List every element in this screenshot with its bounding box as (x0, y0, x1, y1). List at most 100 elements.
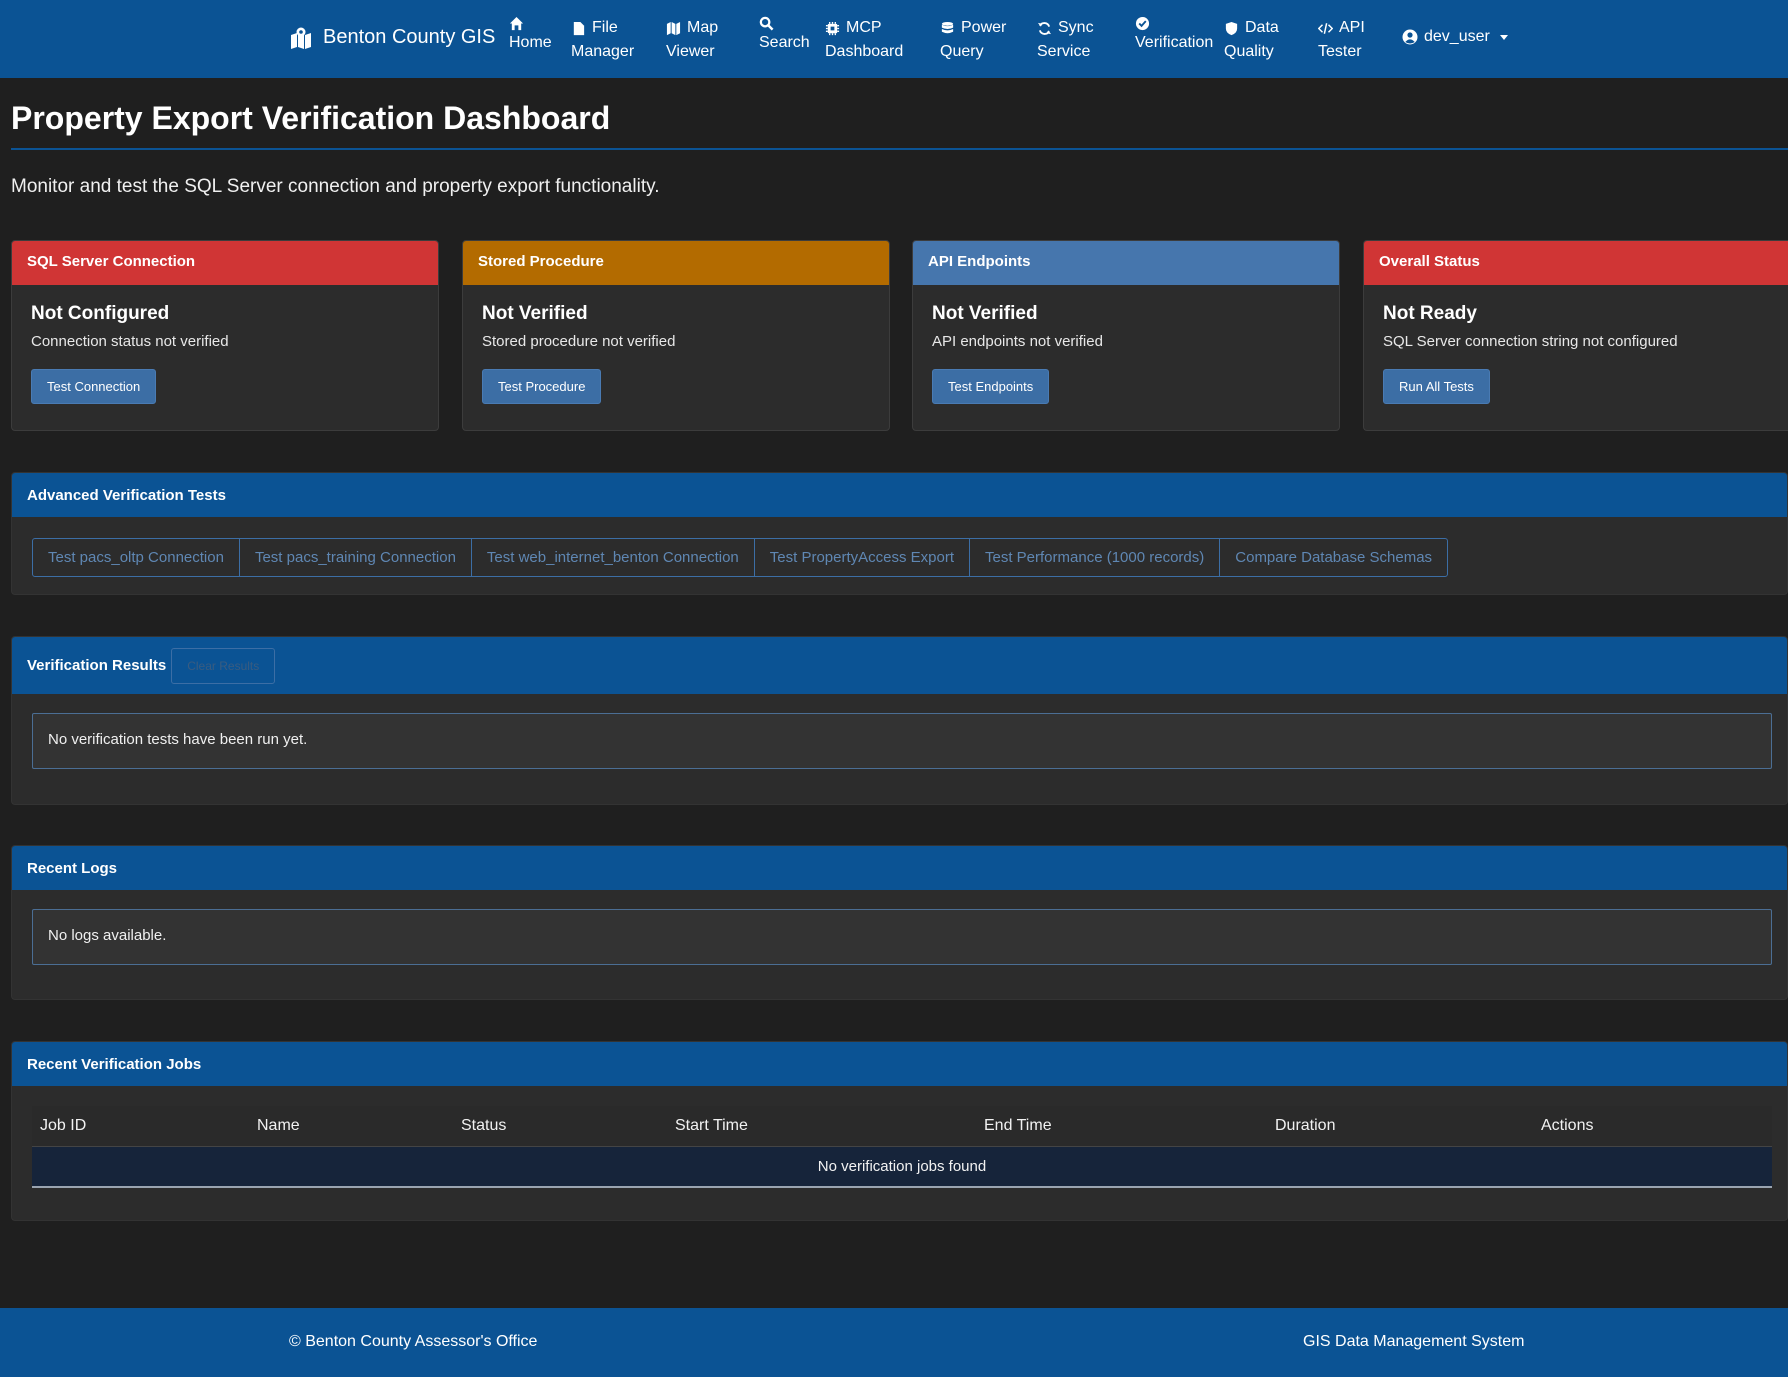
footer-copyright: © Benton County Assessor's Office (289, 1333, 538, 1350)
code-icon (1318, 22, 1333, 34)
shield-icon (1225, 21, 1238, 35)
page-title: Property Export Verification Dashboard (11, 100, 611, 136)
card-stored-procedure: Stored Procedure Not Verified Stored pro… (462, 240, 890, 431)
column-header: End Time (976, 1106, 1267, 1147)
column-header: Job ID (32, 1106, 249, 1147)
compare-schemas-button[interactable]: Compare Database Schemas (1219, 538, 1449, 577)
panel-header: Advanced Verification Tests (12, 473, 1787, 517)
advanced-tests-panel: Advanced Verification Tests Test pacs_ol… (11, 472, 1788, 595)
table-header-row: Job ID Name Status Start Time End Time D… (32, 1106, 1772, 1147)
test-pacs-oltp-button[interactable]: Test pacs_oltp Connection (32, 538, 240, 577)
card-header: Overall Status (1364, 241, 1788, 285)
user-circle-icon (1402, 29, 1418, 45)
results-info-box: No verification tests have been run yet. (32, 713, 1772, 769)
nav-file-manager[interactable]: File Manager (571, 16, 634, 64)
column-header: Name (249, 1106, 453, 1147)
column-header: Duration (1267, 1106, 1533, 1147)
nav-search-label: Search (759, 34, 810, 51)
title-divider (11, 148, 1788, 150)
test-connection-button[interactable]: Test Connection (31, 369, 157, 404)
card-overall-status: Overall Status Not Ready SQL Server conn… (1363, 240, 1788, 431)
nav-file-manager-l1: File (592, 19, 618, 36)
navbar: Benton County GIS Home File Manager Map … (0, 0, 1788, 78)
test-web-internet-benton-button[interactable]: Test web_internet_benton Connection (470, 538, 755, 577)
recent-logs-panel: Recent Logs No logs available. (11, 845, 1788, 1000)
nav-quality-l2: Quality (1224, 43, 1274, 60)
nav-home-label: Home (509, 34, 552, 51)
test-procedure-button[interactable]: Test Procedure (482, 369, 602, 404)
check-circle-icon (1135, 16, 1150, 31)
nav-map-viewer[interactable]: Map Viewer (666, 16, 718, 64)
card-status: Not Verified (482, 303, 588, 324)
card-sql-server: SQL Server Connection Not Configured Con… (11, 240, 439, 431)
test-performance-button[interactable]: Test Performance (1000 records) (969, 538, 1221, 577)
nav-api-l1: API (1339, 19, 1365, 36)
nav-sync-l1: Sync (1058, 19, 1094, 36)
database-icon (941, 21, 954, 33)
nav-api-tester[interactable]: API Tester (1318, 16, 1365, 64)
nav-power-query[interactable]: Power Query (940, 16, 1006, 64)
sync-icon (1037, 21, 1052, 35)
verification-results-title: Verification Results (27, 657, 167, 674)
card-header: Stored Procedure (463, 241, 889, 285)
home-icon (509, 16, 524, 31)
nav-verification-label: Verification (1135, 34, 1214, 51)
brand-link[interactable]: Benton County GIS (289, 26, 495, 49)
card-header: API Endpoints (913, 241, 1339, 285)
recent-jobs-panel: Recent Verification Jobs Job ID Name Sta… (11, 1041, 1788, 1221)
verification-results-panel: Verification Results Clear Results No ve… (11, 636, 1788, 805)
card-text: SQL Server connection string not configu… (1383, 333, 1678, 350)
file-icon (573, 21, 585, 35)
test-endpoints-button[interactable]: Test Endpoints (932, 369, 1050, 404)
nav-search[interactable]: Search (759, 16, 810, 55)
empty-jobs-message: No verification jobs found (32, 1146, 1772, 1188)
brand-name: Benton County GIS (323, 26, 496, 48)
user-name: dev_user (1424, 28, 1490, 45)
card-text: API endpoints not verified (932, 333, 1103, 350)
map-icon (666, 21, 681, 35)
map-marked-icon (291, 27, 311, 49)
card-text: Stored procedure not verified (482, 333, 676, 350)
jobs-table: Job ID Name Status Start Time End Time D… (32, 1106, 1772, 1188)
advanced-tests-button-group: Test pacs_oltp Connection Test pacs_trai… (32, 538, 1449, 577)
column-header: Status (453, 1106, 667, 1147)
nav-file-manager-l2: Manager (571, 43, 635, 60)
panel-header: Verification Results Clear Results (12, 637, 1787, 694)
nav-map-viewer-l1: Map (687, 19, 719, 36)
caret-down-icon (1499, 34, 1508, 40)
card-api-endpoints: API Endpoints Not Verified API endpoints… (912, 240, 1340, 431)
nav-data-quality[interactable]: Data Quality (1224, 16, 1279, 64)
run-all-tests-button[interactable]: Run All Tests (1383, 369, 1490, 404)
nav-home[interactable]: Home (509, 16, 552, 55)
panel-header: Recent Verification Jobs (12, 1042, 1787, 1086)
nav-sync-service[interactable]: Sync Service (1037, 16, 1094, 64)
column-header: Actions (1533, 1106, 1772, 1147)
panel-header: Recent Logs (12, 846, 1787, 890)
footer-system-name: GIS Data Management System (1303, 1333, 1525, 1350)
test-propertyaccess-export-button[interactable]: Test PropertyAccess Export (753, 538, 970, 577)
card-status: Not Ready (1383, 303, 1477, 324)
test-pacs-training-button[interactable]: Test pacs_training Connection (238, 538, 472, 577)
nav-mcp-l1: MCP (846, 19, 882, 36)
column-header: Start Time (667, 1106, 976, 1147)
search-icon (759, 16, 774, 31)
nav-map-viewer-l2: Viewer (666, 43, 715, 60)
user-menu[interactable]: dev_user (1402, 28, 1508, 46)
table-row: No verification jobs found (32, 1146, 1772, 1188)
card-status: Not Configured (31, 303, 170, 324)
nav-power-l1: Power (961, 19, 1007, 36)
nav-sync-l2: Service (1037, 43, 1091, 60)
nav-verification[interactable]: Verification (1135, 16, 1213, 55)
logs-info-box: No logs available. (32, 909, 1772, 965)
card-status: Not Verified (932, 303, 1038, 324)
nav-mcp-dashboard[interactable]: MCP Dashboard (825, 16, 903, 64)
nav-quality-l1: Data (1245, 19, 1279, 36)
footer: © Benton County Assessor's Office GIS Da… (0, 1308, 1788, 1377)
chip-icon (825, 21, 840, 35)
card-text: Connection status not verified (31, 333, 229, 350)
nav-mcp-l2: Dashboard (825, 43, 904, 60)
page-lead: Monitor and test the SQL Server connecti… (11, 176, 660, 197)
nav-api-l2: Tester (1318, 43, 1362, 60)
clear-results-button[interactable]: Clear Results (171, 647, 276, 684)
card-header: SQL Server Connection (12, 241, 438, 285)
